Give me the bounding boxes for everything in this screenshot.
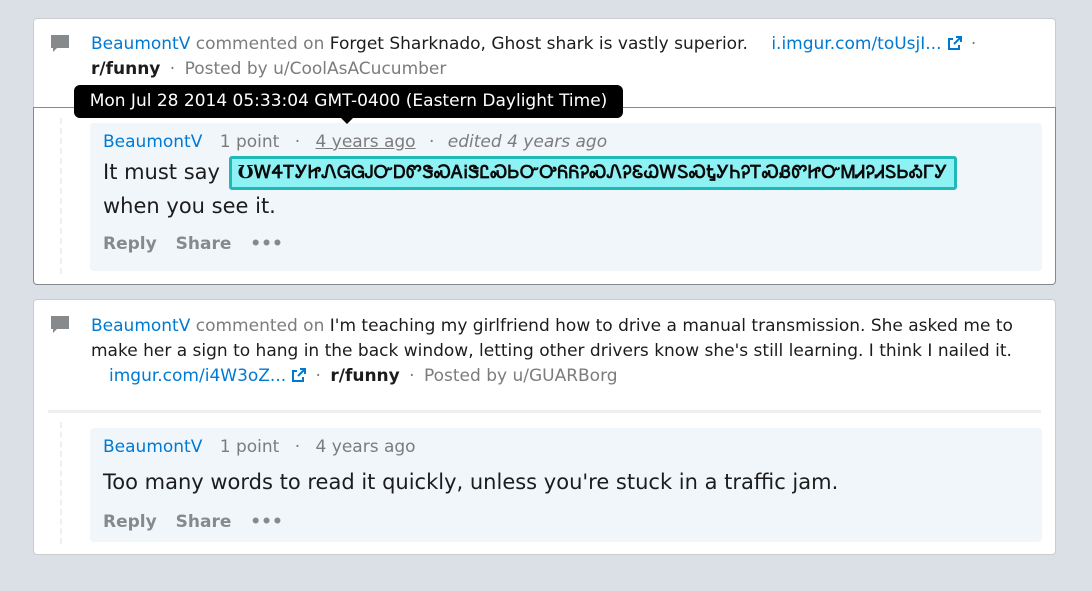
comment-points: 1 point — [219, 132, 280, 152]
comment-body: Too many words to read it quickly, unles… — [103, 470, 839, 494]
external-link-text[interactable]: i.imgur.com/toUsjI... — [771, 34, 941, 54]
separator-dot: · — [294, 132, 301, 152]
external-link-text[interactable]: imgur.com/i4W3oZ... — [109, 366, 286, 386]
reply-button[interactable]: Reply — [103, 234, 157, 254]
external-link-icon — [292, 368, 307, 382]
comment-author[interactable]: BeaumontV — [103, 132, 202, 152]
comment-meta: BeaumontV 1 point · 4 years ago — [103, 434, 416, 460]
post-title-link[interactable]: Forget Sharknado, Ghost shark is vastly … — [330, 34, 748, 54]
timestamp-tooltip: Mon Jul 28 2014 05:33:04 GMT-0400 (Easte… — [74, 85, 623, 118]
post-user-link[interactable]: BeaumontV — [91, 34, 190, 54]
comment-meta: BeaumontV 1 point · 4 years ago · edited… — [103, 129, 607, 155]
comment-text-before: It must say — [103, 160, 220, 184]
external-link[interactable]: imgur.com/i4W3oZ... — [109, 366, 307, 386]
subreddit-link[interactable]: r/funny — [330, 366, 399, 386]
comment-thread: BeaumontV 1 point · 4 years ago · edited… — [33, 107, 1056, 285]
tooltip-arrow — [340, 117, 354, 124]
comment-card: BeaumontV commented on I'm teaching my g… — [33, 299, 1056, 555]
separator-dot: · — [169, 59, 176, 79]
comment-actions: Reply Share ••• — [103, 512, 296, 532]
commented-on-label: commented on — [195, 316, 325, 336]
separator-dot: · — [409, 366, 415, 386]
comment-actions: Reply Share ••• — [103, 234, 296, 254]
comment-icon — [50, 315, 70, 335]
separator-dot: · — [970, 34, 977, 54]
reply-button[interactable]: Reply — [103, 512, 157, 532]
comment-text-after: when you see it. — [103, 194, 276, 218]
comment-timestamp[interactable]: 4 years ago — [316, 437, 416, 457]
separator-dot: · — [294, 437, 301, 457]
comment-card: BeaumontV commented on Forget Sharknado,… — [33, 18, 1056, 285]
external-link-icon — [947, 36, 962, 50]
external-link[interactable]: i.imgur.com/toUsjI... — [771, 34, 962, 54]
comment: BeaumontV 1 point · 4 years ago Too many… — [90, 428, 1042, 542]
comment-icon — [50, 34, 70, 54]
thread-line[interactable] — [60, 422, 62, 544]
comment: BeaumontV 1 point · 4 years ago · edited… — [90, 123, 1042, 271]
edited-label: edited 4 years ago — [447, 132, 608, 152]
separator-dot: · — [428, 132, 435, 152]
post-user-link[interactable]: BeaumontV — [91, 316, 190, 336]
comment-author[interactable]: BeaumontV — [103, 437, 202, 457]
highlighted-glyphs: ƱᎳᏎᎢᎩᏥᏁᏀᏀᎫᏅᎠᏛᏕᏍᎪᎥᏕᏝᏍᏏᏅᎤᏲᏲᎮᏍᏁᎮᏋᏇᎳᏚᏍᎿᎩᏂᎮᎢᏍ… — [228, 156, 957, 190]
share-button[interactable]: Share — [176, 234, 232, 254]
commented-on-label: commented on — [195, 34, 325, 54]
comment-timestamp[interactable]: 4 years ago — [316, 132, 416, 152]
posted-by[interactable]: Posted by u/CoolAsACucumber — [185, 59, 447, 79]
comment-body: It must say ƱᎳᏎᎢᎩᏥᏁᏀᏀᎫᏅᎠᏛᏕᏍᎪᎥᏕᏝᏍᏏᏅᎤᏲᏲᎮᏍᏁ… — [103, 156, 1023, 223]
subreddit-link[interactable]: r/funny — [91, 59, 160, 79]
share-button[interactable]: Share — [176, 512, 232, 532]
comment-points: 1 point — [219, 437, 280, 457]
thread-line[interactable] — [60, 118, 62, 274]
more-options-button[interactable]: ••• — [250, 512, 283, 532]
more-options-button[interactable]: ••• — [250, 234, 283, 254]
comment-thread: BeaumontV 1 point · 4 years ago Too many… — [34, 412, 1055, 554]
posted-by[interactable]: Posted by u/GUARBorg — [424, 366, 618, 386]
separator-dot: · — [315, 366, 321, 386]
